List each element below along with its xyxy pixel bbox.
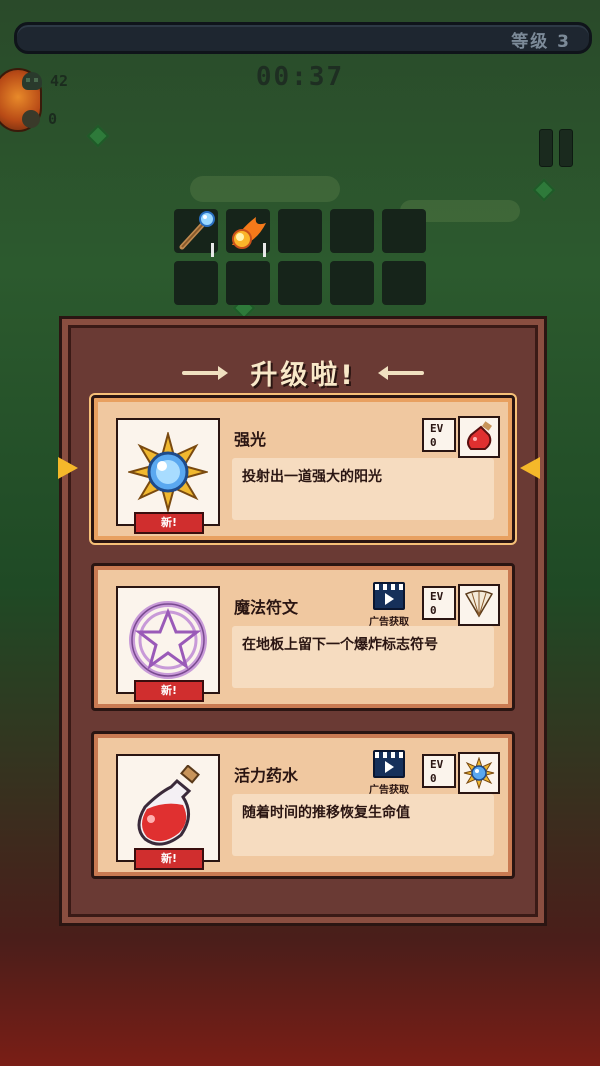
kill-counter: 42: [22, 72, 68, 90]
fan-icon: [464, 590, 494, 618]
skull-icon: [22, 72, 42, 90]
skill-name: 强光: [234, 430, 267, 449]
upgrade-card-sunlight[interactable]: 新! 强光 EV 0 投射出一道强大的阳光: [91, 395, 515, 543]
weapon-level-mark: [263, 243, 266, 257]
evolution-level-box: EV 0: [422, 754, 456, 788]
upgrade-card-vitality-potion[interactable]: 新! 活力药水 广告获取 EV 0 随着时间的推移恢复生命值: [91, 731, 515, 879]
selector-arrow-right-icon: [520, 457, 540, 479]
red-potion-icon: [467, 421, 492, 450]
red-potion-icon: [137, 765, 200, 846]
weapon-slot: [226, 209, 270, 257]
upgrade-card-magic-rune[interactable]: 新! 魔法符文 广告获取 EV 0 在地板上留下一个爆炸标志符号: [91, 563, 515, 711]
ev-label: EV: [430, 758, 444, 771]
level-label: 等级 3: [511, 32, 571, 52]
coin-count: 0: [48, 110, 58, 128]
skill-description: 随着时间的推移恢复生命值: [242, 805, 410, 821]
skill-name: 魔法符文: [234, 598, 299, 617]
title-arrow-left-icon: [182, 365, 229, 380]
weapon-slot: [382, 209, 426, 253]
passive-slot: [330, 261, 374, 305]
xp-gem-icon: [86, 124, 110, 148]
pause-icon: [559, 129, 573, 167]
weapon-slots: [174, 209, 426, 305]
title-arrow-right-icon: [377, 365, 424, 380]
coin-icon: [22, 110, 40, 128]
evolution-level-box: EV 0: [422, 418, 456, 452]
skill-icon-frame: [116, 754, 220, 862]
evolution-item-frame: [458, 584, 500, 626]
ev-value: 0: [430, 604, 437, 617]
pause-icon: [539, 129, 553, 167]
watch-ad-button[interactable]: 广告获取: [364, 750, 414, 796]
weapon-slot: [278, 209, 322, 253]
weapon-slot: [174, 209, 218, 257]
passive-slot: [382, 261, 426, 305]
sun-orb-icon: [128, 432, 208, 512]
kill-count: 42: [50, 72, 69, 90]
skill-description-box: 随着时间的推移恢复生命值: [232, 794, 494, 856]
pause-button[interactable]: [537, 128, 575, 168]
video-ad-icon: [373, 582, 405, 610]
ev-label: EV: [430, 590, 444, 603]
skill-name: 活力药水: [234, 766, 299, 785]
skill-description-box: 投射出一道强大的阳光: [232, 458, 494, 520]
passive-slot: [174, 261, 218, 305]
ev-value: 0: [430, 436, 437, 449]
ev-value: 0: [430, 772, 437, 785]
skill-icon-frame: [116, 418, 220, 526]
watch-ad-button[interactable]: 广告获取: [364, 582, 414, 628]
passive-slot: [226, 261, 270, 305]
new-badge: 新!: [134, 512, 204, 534]
game-timer: 00:37: [255, 62, 345, 92]
level-up-panel: 升级啦! 新! 强光 EV 0 投射出一道强大的阳光 新! 魔法符文 广告获取 …: [59, 316, 547, 926]
new-badge: 新!: [134, 680, 204, 702]
ev-label: EV: [430, 422, 444, 435]
skill-description: 投射出一道强大的阳光: [242, 469, 382, 485]
skill-description: 在地板上留下一个爆炸标志符号: [242, 637, 438, 653]
evolution-level-box: EV 0: [422, 586, 456, 620]
sun-orb-icon: [463, 757, 495, 789]
xp-gem-icon: [532, 178, 556, 202]
video-ad-icon: [373, 750, 405, 778]
panel-title: 升级啦!: [250, 360, 356, 391]
selector-arrow-left-icon: [58, 457, 78, 479]
skill-icon-frame: [116, 586, 220, 694]
evolution-item-frame: [458, 416, 500, 458]
experience-bar: 等级 3: [14, 22, 592, 54]
new-badge: 新!: [134, 848, 204, 870]
weapon-slot: [330, 209, 374, 253]
coin-counter: 0: [22, 110, 57, 128]
skill-description-box: 在地板上留下一个爆炸标志符号: [232, 626, 494, 688]
panel-header: 升级啦!: [62, 353, 544, 392]
evolution-item-frame: [458, 752, 500, 794]
background-cloud: [190, 176, 340, 202]
pentagram-rune-icon: [129, 601, 207, 679]
passive-slot: [278, 261, 322, 305]
weapon-level-mark: [211, 243, 214, 257]
